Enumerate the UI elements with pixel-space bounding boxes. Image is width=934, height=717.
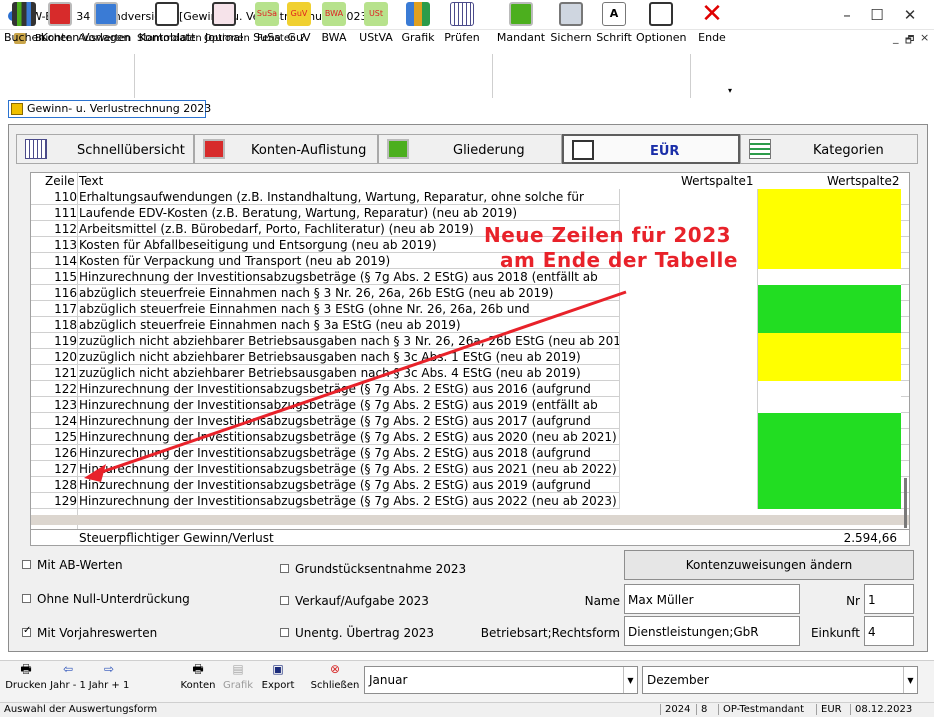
status-hint: Auswahl der Auswertungsform (4, 704, 158, 715)
checkbox-label: Mit Vorjahreswerten (37, 626, 158, 640)
betriebsart-label: Betriebsart;Rechtsform (480, 626, 620, 640)
einkunft-field[interactable]: 4 (864, 616, 914, 646)
from-month-value: Januar (369, 673, 408, 687)
checkbox-label: Verkauf/Aufgabe 2023 (295, 594, 429, 608)
to-month-value: Dezember (647, 673, 709, 687)
jahr-minus-label: Jahr - 1 (50, 680, 86, 691)
drucken-label: Drucken (5, 680, 47, 691)
nr-label: Nr (846, 594, 860, 608)
status-date: 08.12.2023 (850, 704, 916, 715)
name-label: Name (584, 594, 620, 608)
betriebsart-field[interactable]: Dienstleistungen;GbR (624, 616, 800, 646)
checkbox-box[interactable] (280, 596, 289, 605)
checkbox-label: Ohne Null-Unterdrückung (37, 592, 190, 606)
konten-print-button[interactable]: 🖶 Konten (178, 662, 218, 691)
arrow-left-icon: ⇦ (62, 662, 74, 676)
to-month-select[interactable]: Dezember ▼ (642, 666, 918, 694)
drucken-button[interactable]: 🖶 Drucken (4, 662, 48, 691)
from-month-select[interactable]: Januar ▼ (364, 666, 638, 694)
printer-icon: 🖶 (192, 662, 204, 676)
checkbox-label: Grundstücksentnahme 2023 (295, 562, 467, 576)
grafik-disabled-label: Grafik (222, 680, 254, 691)
status-client: OP-Testmandant (718, 704, 808, 715)
status-year: 2024 (660, 704, 694, 715)
printer-icon: 🖶 (20, 662, 32, 676)
nr-field[interactable]: 1 (864, 584, 914, 614)
checkbox-label: Mit AB-Werten (37, 558, 123, 572)
checkbox-box[interactable] (280, 628, 289, 637)
checkbox-label: Unentg. Übertrag 2023 (295, 626, 435, 640)
save-icon: ▣ (272, 662, 284, 676)
arrow-shaft (95, 290, 627, 476)
kontenzuweisungen-button[interactable]: Kontenzuweisungen ändern (624, 550, 914, 580)
checkbox-mit-vorjahreswerten[interactable]: Mit Vorjahreswerten (22, 625, 158, 640)
einkunft-label: Einkunft (810, 626, 860, 640)
chevron-down-icon[interactable]: ▼ (903, 667, 917, 693)
export-label: Export (261, 680, 295, 691)
checkbox-ohne-null-unterdrueckung[interactable]: Ohne Null-Unterdrückung (22, 592, 190, 606)
jahr-plus-label: Jahr + 1 (88, 680, 130, 691)
grafik-disabled-button: ▤ Grafik (218, 662, 258, 691)
export-button[interactable]: ▣ Export (258, 662, 298, 691)
chevron-down-icon[interactable]: ▼ (623, 667, 637, 693)
checkbox-grundstuecksentnahme[interactable]: Grundstücksentnahme 2023 (280, 562, 466, 576)
schliessen-label: Schließen (310, 680, 360, 691)
jahr-minus-button[interactable]: ⇦ Jahr - 1 (48, 662, 88, 691)
chart-icon: ▤ (232, 662, 244, 676)
name-field[interactable]: Max Müller (624, 584, 800, 614)
checkbox-mit-ab-werten[interactable]: Mit AB-Werten (22, 558, 123, 572)
checkbox-box[interactable] (280, 564, 289, 573)
checkbox-box[interactable] (22, 560, 31, 569)
status-currency: EUR (816, 704, 846, 715)
close-circle-icon: ⊗ (329, 662, 341, 676)
jahr-plus-button[interactable]: ⇨ Jahr + 1 (88, 662, 130, 691)
checkbox-box[interactable] (22, 625, 31, 637)
arrow-head (84, 464, 106, 482)
konten-print-label: Konten (180, 680, 216, 691)
checkbox-unentg-uebertrag[interactable]: Unentg. Übertrag 2023 (280, 626, 434, 640)
status-period: 8 (696, 704, 711, 715)
status-bar: Auswahl der Auswertungsform 2024 8 OP-Te… (0, 702, 934, 717)
arrow-right-icon: ⇨ (103, 662, 115, 676)
checkbox-verkauf-aufgabe[interactable]: Verkauf/Aufgabe 2023 (280, 594, 429, 608)
schliessen-button[interactable]: ⊗ Schließen (310, 662, 360, 691)
checkbox-box[interactable] (22, 594, 31, 603)
